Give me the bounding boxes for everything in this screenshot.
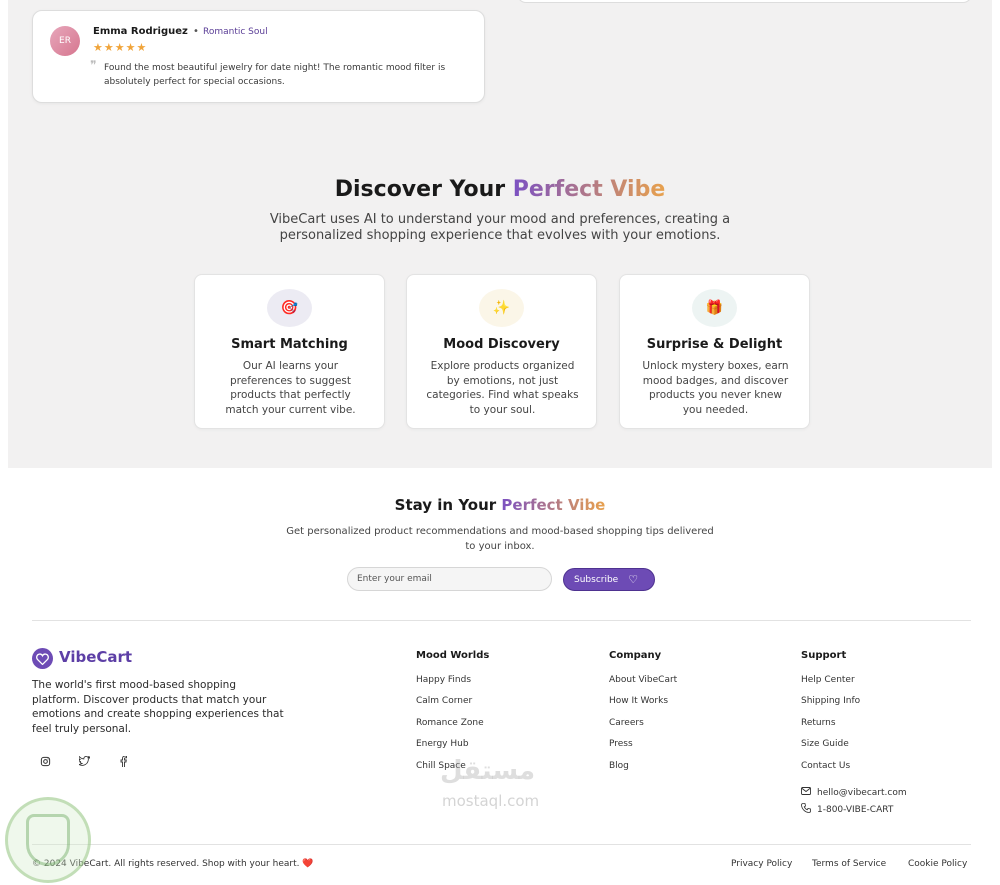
feature-title: Mood Discovery: [443, 337, 560, 352]
section-title: Discover Your Perfect Vibe: [8, 177, 992, 202]
review-card: ER Emma Rodriguez • Romantic Soul ★★★★★ …: [32, 10, 485, 103]
phone-icon: [801, 803, 811, 816]
instagram-icon[interactable]: [36, 752, 54, 770]
feature-card-surprise-delight: 🎁 Surprise & Delight Unlock mystery boxe…: [619, 274, 810, 429]
review-card-partial: [517, 0, 972, 3]
quote-icon: ❞: [90, 58, 97, 72]
footer-column-title: Support: [801, 650, 847, 661]
footer-column-title: Mood Worlds: [416, 650, 490, 661]
mood-tag: Romantic Soul: [203, 27, 268, 37]
heart-icon: ♡: [628, 573, 639, 586]
brand-description: The world's first mood-based shopping pl…: [32, 679, 284, 735]
footer-link[interactable]: Size Guide: [801, 739, 849, 749]
footer-link[interactable]: How It Works: [609, 696, 668, 706]
newsletter-title-prefix: Stay in Your: [394, 496, 502, 514]
brand-name[interactable]: VibeCart: [59, 648, 132, 666]
feature-card-mood-discovery: ✨ Mood Discovery Explore products organi…: [406, 274, 597, 429]
mail-icon: [801, 787, 811, 798]
bottom-divider: [32, 844, 971, 845]
newsletter-title-highlight: Perfect Vibe: [501, 496, 606, 514]
heart-icon: ❤️: [302, 859, 314, 869]
section-subtitle: VibeCart uses AI to understand your mood…: [269, 212, 731, 243]
watermark-url: mostaql.com: [442, 792, 540, 810]
footer-link[interactable]: Careers: [609, 718, 644, 728]
feature-desc: Unlock mystery boxes, earn mood badges, …: [642, 360, 789, 416]
subscribe-label: Subscribe: [574, 574, 619, 585]
footer-link[interactable]: Returns: [801, 718, 836, 728]
separator-dot: •: [193, 26, 199, 37]
gift-icon: 🎁: [692, 289, 737, 327]
footer-link[interactable]: Energy Hub: [416, 739, 469, 749]
star-rating: ★★★★★: [93, 41, 148, 54]
brand-logo-icon[interactable]: [32, 648, 53, 669]
contact-phone[interactable]: 1-800-VIBE-CART: [801, 803, 893, 816]
footer-link[interactable]: Calm Corner: [416, 696, 472, 706]
watermark-logo-icon: [5, 797, 91, 883]
cookie-policy-link[interactable]: Cookie Policy: [908, 859, 967, 869]
sparkles-icon: ✨: [479, 289, 524, 327]
contact-email[interactable]: hello@vibecart.com: [801, 787, 907, 798]
footer-column-title: Company: [609, 650, 662, 661]
feature-desc: Our AI learns your preferences to sugges…: [225, 360, 356, 416]
title-prefix: Discover Your: [334, 177, 513, 202]
footer-link[interactable]: Romance Zone: [416, 718, 484, 728]
contact-phone-text: 1-800-VIBE-CART: [817, 804, 894, 815]
discover-section: Discover Your Perfect Vibe VibeCart uses…: [8, 142, 992, 468]
newsletter-subtitle: Get personalized product recommendations…: [286, 526, 714, 552]
footer-link[interactable]: Help Center: [801, 675, 855, 685]
footer-link[interactable]: Blog: [609, 761, 629, 771]
watermark-text: مستقل: [440, 756, 536, 786]
title-highlight: Perfect Vibe: [512, 177, 666, 202]
feature-desc: Explore products organized by emotions, …: [426, 360, 579, 416]
facebook-icon[interactable]: [114, 752, 132, 770]
feature-card-smart-matching: 🎯 Smart Matching Our AI learns your pref…: [194, 274, 385, 429]
contact-email-text: hello@vibecart.com: [817, 787, 907, 798]
footer-link[interactable]: Contact Us: [801, 761, 850, 771]
footer-link[interactable]: Happy Finds: [416, 675, 471, 685]
feature-title: Smart Matching: [231, 337, 348, 352]
subscribe-button[interactable]: Subscribe ♡: [563, 568, 655, 591]
feature-title: Surprise & Delight: [646, 337, 783, 352]
terms-of-service-link[interactable]: Terms of Service: [812, 859, 886, 869]
email-input[interactable]: [347, 567, 552, 591]
avatar: ER: [50, 26, 80, 56]
privacy-policy-link[interactable]: Privacy Policy: [731, 859, 792, 869]
target-icon: 🎯: [267, 289, 312, 327]
twitter-icon[interactable]: [75, 752, 93, 770]
newsletter-title: Stay in Your Perfect Vibe: [0, 496, 1000, 514]
review-text: Found the most beautiful jewelry for dat…: [104, 63, 446, 87]
footer-link[interactable]: Shipping Info: [801, 696, 860, 706]
footer-divider: [32, 620, 971, 621]
footer-link[interactable]: About VibeCart: [609, 675, 677, 685]
footer-link[interactable]: Press: [609, 739, 633, 749]
reviewer-name: Emma Rodriguez: [93, 26, 188, 37]
